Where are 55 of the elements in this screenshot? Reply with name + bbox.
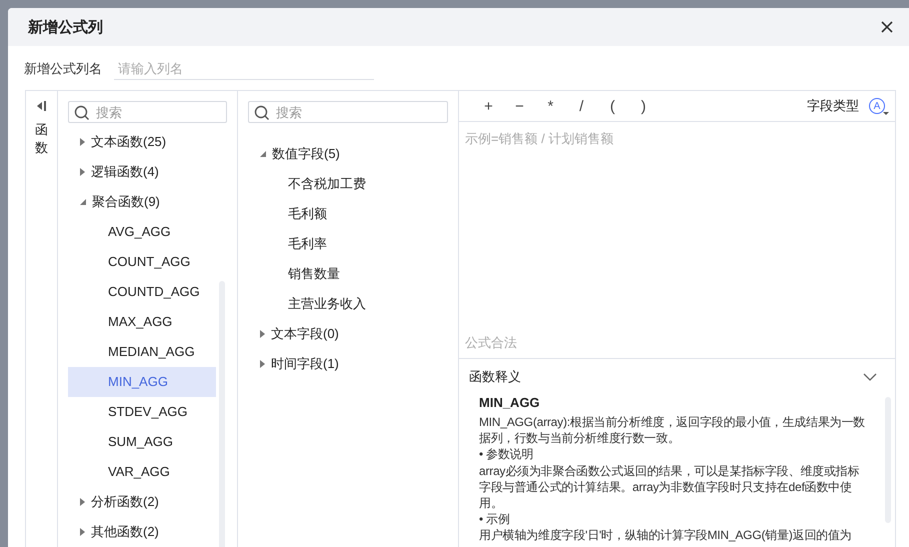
field-type-toggle[interactable]: A [869, 98, 885, 114]
tree-item[interactable]: 主营业务收入 [248, 289, 448, 319]
field-type-label: 字段类型 [807, 97, 859, 115]
tree-item[interactable]: AVG_AGG [68, 217, 216, 247]
chevron-icon[interactable] [863, 373, 877, 381]
tree-item[interactable]: 毛利额 [248, 199, 448, 229]
tree-group[interactable]: 逻辑函数(4) [91, 163, 159, 181]
tree-item[interactable]: MAX_AGG [68, 307, 216, 337]
search-field[interactable]: 搜索 [248, 101, 448, 123]
caret-icon[interactable] [80, 138, 85, 146]
tree-item[interactable]: STDEV_AGG [68, 397, 216, 427]
caret-icon[interactable] [260, 330, 265, 338]
dialog-title: 新增公式列 [28, 18, 103, 36]
operator-button[interactable]: ( [597, 98, 628, 114]
tree-item[interactable]: 销售数量 [248, 259, 448, 289]
tree-group[interactable]: 文本函数(25) [91, 133, 166, 151]
tree-group[interactable]: 其他函数(2) [91, 523, 159, 541]
caret-icon[interactable] [80, 528, 85, 536]
tree-group[interactable]: 文本字段(0) [271, 325, 339, 343]
tree-item[interactable]: SUM_AGG [68, 427, 216, 457]
formula-status: 公式合法 [464, 334, 518, 352]
section-title: 函数释义 [469, 368, 521, 386]
tree-item[interactable]: VAR_AGG [68, 457, 216, 487]
description-text: array必须为非聚合函数公式返回的结果，可以是某指标字段、维度或指标字段与普通公式的计算结果。array为非数值字段时只支持在def函数中使用。 [479, 462, 860, 512]
tree-group[interactable]: 分析函数(2) [91, 493, 159, 511]
operator-button[interactable]: ) [628, 98, 659, 114]
tree-item[interactable]: COUNT_AGG [68, 247, 216, 277]
tree-item[interactable]: MEDIAN_AGG [68, 337, 216, 367]
caret-icon[interactable] [80, 168, 85, 176]
field-label: 新增公式列名 [24, 60, 103, 78]
description-text: MIN_AGG(array):根据当前分析维度，返回字段的最小值，生成结果为一数据列，行数与当前分析维度行数一致。 [479, 414, 866, 446]
operator-button[interactable]: * [535, 98, 566, 114]
operator-button[interactable]: / [566, 98, 597, 114]
tree-item[interactable]: MIN_AGG [68, 367, 216, 397]
caret-icon[interactable] [80, 199, 86, 205]
description-text: 用户横轴为维度字段'日'时，纵轴的计算字段MIN_AGG(销量)返回的值为 [479, 527, 853, 544]
close-icon[interactable] [881, 21, 893, 33]
collapse-icon[interactable] [36, 101, 48, 111]
caret-icon[interactable] [260, 151, 266, 157]
function-name: MIN_AGG [479, 395, 541, 410]
operator-button[interactable]: − [504, 98, 535, 114]
tree-item[interactable]: 不含税加工费 [248, 169, 448, 199]
tree-group[interactable]: 数值字段(5) [272, 145, 340, 163]
caret-icon[interactable] [80, 498, 85, 506]
panel-tab[interactable]: 函数 [35, 121, 48, 156]
tree-group[interactable]: 聚合函数(9) [92, 193, 160, 211]
tree-item[interactable]: 毛利率 [248, 229, 448, 259]
tree-group[interactable]: 时间字段(1) [271, 355, 339, 373]
caret-icon[interactable] [260, 360, 265, 368]
tree-item[interactable]: COUNTD_AGG [68, 277, 216, 307]
search-field[interactable]: 搜索 [68, 101, 227, 123]
operator-button[interactable]: + [473, 98, 504, 114]
description-text: • 示例 [479, 511, 511, 528]
description-text: • 参数说明 [479, 446, 534, 463]
dropdown-icon[interactable] [883, 112, 889, 115]
